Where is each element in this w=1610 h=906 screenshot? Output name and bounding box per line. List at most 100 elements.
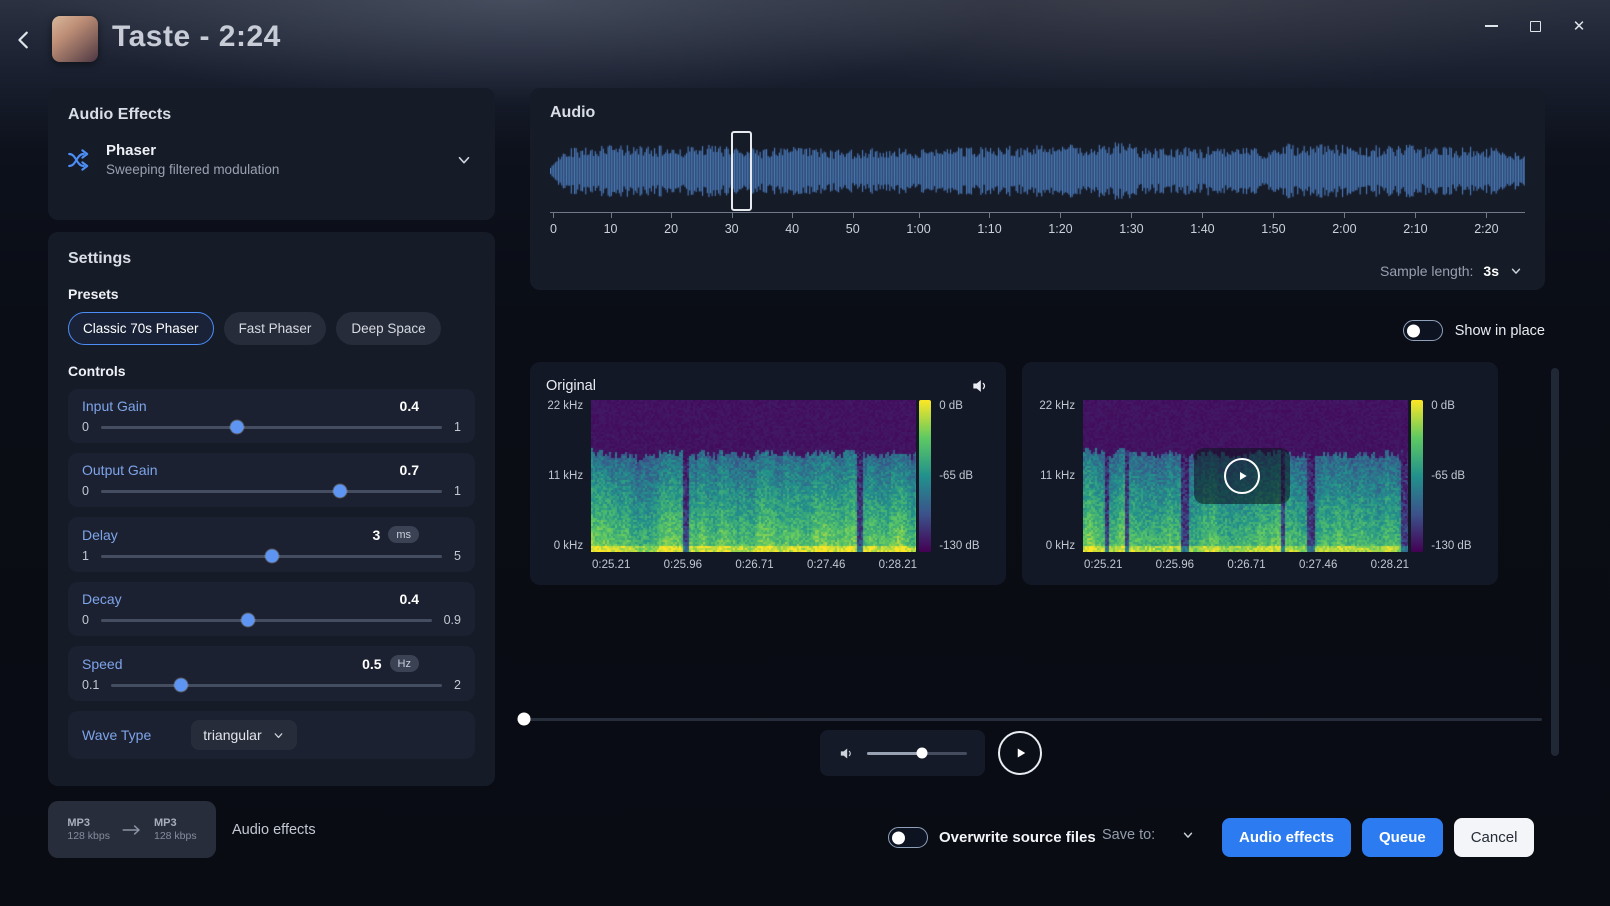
- volume-thumb[interactable]: [917, 748, 928, 759]
- spectrogram-panel-processed: 22 kHz11 kHz0 kHz 0 dB-65 dB-130 dB 0:25…: [1022, 362, 1498, 585]
- slider-card-decay: Decay 0.4 0 0.9: [68, 582, 475, 636]
- time-tick-label: 1:00: [906, 222, 930, 236]
- save-to-control[interactable]: Save to:: [1102, 827, 1195, 843]
- volume-icon[interactable]: [838, 745, 855, 762]
- slider-track[interactable]: [101, 555, 442, 558]
- slider-min: 0: [82, 484, 89, 498]
- playback-progress-slider[interactable]: [520, 712, 1542, 726]
- preview-play-button[interactable]: [1194, 448, 1290, 504]
- slider-label: Output Gain: [82, 462, 400, 478]
- slider-thumb[interactable]: [231, 421, 244, 434]
- slider-card-speed: Speed 0.5 Hz 0.1 2: [68, 646, 475, 701]
- slider-card-output-gain: Output Gain 0.7 0 1: [68, 453, 475, 507]
- time-tick-label: 50: [846, 222, 860, 236]
- slider-thumb[interactable]: [241, 614, 254, 627]
- colorbar: [1411, 400, 1424, 552]
- controls-heading: Controls: [68, 363, 475, 379]
- spec-time-tick-label: 0:28.21: [1371, 559, 1409, 571]
- db-tick-label: -65 dB: [939, 470, 990, 482]
- speaker-icon[interactable]: [970, 376, 990, 396]
- preset-classic-70s-phaser[interactable]: Classic 70s Phaser: [68, 312, 214, 345]
- audio-waveform-card: Audio 010203040501:001:101:201:301:401:5…: [530, 88, 1545, 290]
- footer-buttons: Audio effects Queue Cancel: [1222, 818, 1534, 857]
- time-tick-label: 10: [604, 222, 618, 236]
- spec-time-tick-label: 0:25.21: [592, 559, 630, 571]
- slider-label: Delay: [82, 527, 373, 543]
- waveform[interactable]: [550, 134, 1525, 208]
- play-icon: [1011, 744, 1029, 762]
- effect-selector[interactable]: Phaser Sweeping filtered modulation: [68, 142, 475, 177]
- slider-thumb[interactable]: [175, 679, 188, 692]
- time-axis-line: [550, 212, 1525, 213]
- time-tick-label: 1:50: [1261, 222, 1285, 236]
- source-bitrate: 128 kbps: [67, 830, 110, 842]
- db-axis: 0 dB-65 dB-130 dB: [939, 400, 990, 552]
- freq-tick-label: 22 kHz: [1039, 400, 1075, 412]
- chevron-down-icon[interactable]: [455, 151, 473, 169]
- db-tick-label: -130 dB: [939, 540, 990, 552]
- time-tick-label: 2:00: [1332, 222, 1356, 236]
- slider-track[interactable]: [111, 684, 442, 687]
- preset-deep-space[interactable]: Deep Space: [336, 312, 440, 345]
- spectrogram-time-axis: 0:25.210:25.960:26.710:27.460:28.21: [592, 559, 917, 571]
- spectrogram-time-axis: 0:25.210:25.960:26.710:27.460:28.21: [1084, 559, 1409, 571]
- frequency-axis: 22 kHz11 kHz0 kHz: [546, 400, 591, 552]
- chevron-left-icon: [13, 29, 35, 51]
- slider-min: 1: [82, 549, 89, 563]
- db-tick-label: -130 dB: [1431, 540, 1482, 552]
- volume-slider[interactable]: [867, 752, 967, 755]
- progress-track[interactable]: [520, 718, 1542, 721]
- spectrogram-original-canvas: [591, 400, 916, 552]
- slider-value: 0.7: [400, 462, 419, 478]
- sample-length-control[interactable]: Sample length: 3s: [1380, 263, 1523, 279]
- freq-tick-label: 11 kHz: [548, 470, 583, 482]
- wave-type-value: triangular: [203, 727, 261, 743]
- audio-effects-button[interactable]: Audio effects: [1222, 818, 1351, 857]
- spec-time-tick-label: 0:26.71: [1227, 559, 1265, 571]
- play-icon: [1224, 458, 1260, 494]
- show-in-place-toggle[interactable]: [1403, 320, 1443, 341]
- slider-track[interactable]: [101, 490, 442, 493]
- queue-button[interactable]: Queue: [1362, 818, 1443, 857]
- effects-card-title: Audio Effects: [68, 106, 475, 124]
- slider-track[interactable]: [101, 619, 432, 622]
- spec-time-tick-label: 0:25.96: [1156, 559, 1194, 571]
- back-button[interactable]: [8, 24, 40, 56]
- close-icon: ✕: [1573, 19, 1586, 34]
- maximize-button[interactable]: [1518, 12, 1552, 40]
- slider-thumb[interactable]: [333, 485, 346, 498]
- slider-value: 0.4: [400, 591, 419, 607]
- chevron-down-icon[interactable]: [1509, 264, 1523, 278]
- time-tick-label: 1:40: [1190, 222, 1214, 236]
- waveform-canvas[interactable]: [550, 134, 1525, 208]
- overwrite-toggle[interactable]: [888, 827, 928, 848]
- cancel-button[interactable]: Cancel: [1454, 818, 1535, 857]
- progress-thumb[interactable]: [518, 713, 531, 726]
- slider-thumb[interactable]: [265, 550, 278, 563]
- time-tick-label: 0: [550, 222, 557, 236]
- time-tick-label: 20: [664, 222, 678, 236]
- wave-type-select[interactable]: triangular: [191, 720, 296, 750]
- vertical-scrollbar[interactable]: [1551, 368, 1559, 756]
- slider-track[interactable]: [101, 426, 442, 429]
- freq-tick-label: 22 kHz: [547, 400, 583, 412]
- page-title: Taste - 2:24: [112, 20, 281, 54]
- time-tick-label: 1:20: [1048, 222, 1072, 236]
- play-button[interactable]: [998, 731, 1042, 775]
- close-button[interactable]: ✕: [1562, 12, 1596, 40]
- show-in-place-control: Show in place: [1403, 320, 1545, 341]
- slider-max: 2: [454, 678, 461, 692]
- waveform-selection[interactable]: [731, 131, 752, 211]
- minimize-button[interactable]: [1474, 12, 1508, 40]
- colorbar: [919, 400, 932, 552]
- slider-label: Decay: [82, 591, 400, 607]
- chevron-down-icon[interactable]: [1181, 828, 1195, 842]
- save-to-label: Save to:: [1102, 827, 1155, 843]
- wave-type-row: Wave Type triangular: [68, 711, 475, 759]
- time-tick-label: 1:30: [1119, 222, 1143, 236]
- waveform-time-axis: 010203040501:001:101:201:301:401:502:002…: [550, 222, 1499, 236]
- preset-fast-phaser[interactable]: Fast Phaser: [224, 312, 327, 345]
- show-in-place-label: Show in place: [1455, 323, 1545, 339]
- effect-name: Phaser: [106, 142, 279, 159]
- slider-label: Speed: [82, 656, 362, 672]
